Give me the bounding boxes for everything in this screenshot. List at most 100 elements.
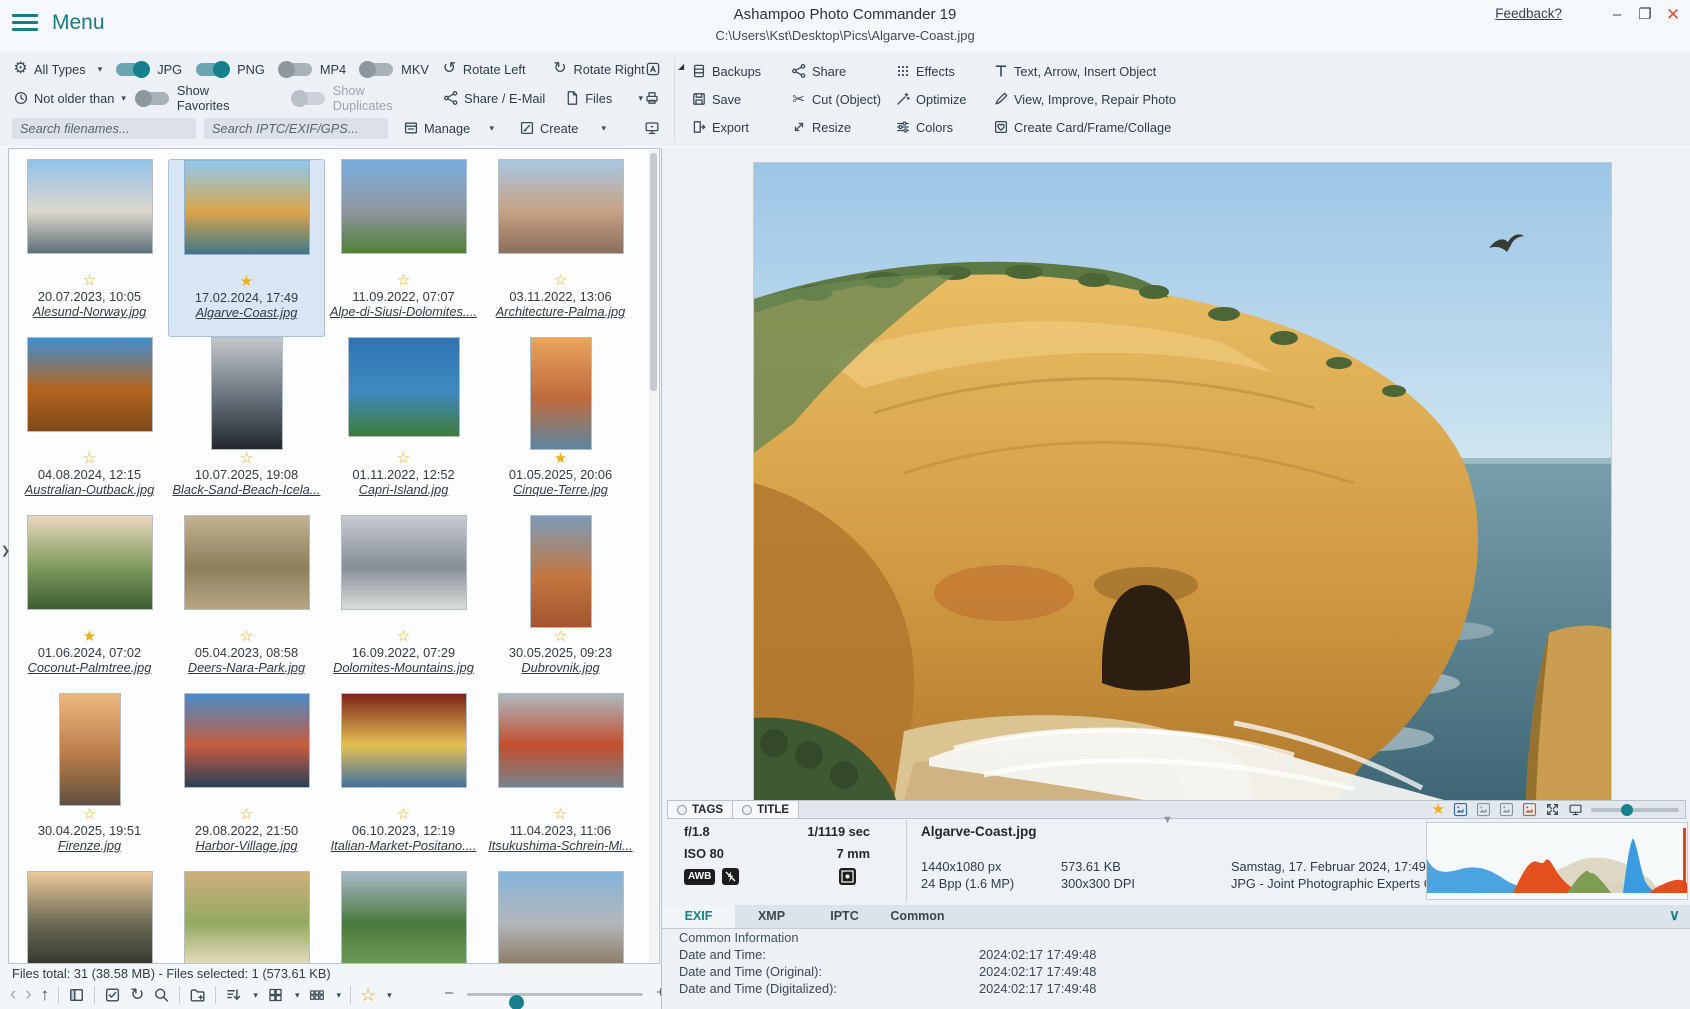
thumbnail-filename[interactable]: Dolomites-Mountains.jpg [333,660,474,676]
thumbnail-image[interactable] [184,871,310,964]
text-action-button[interactable]: Text, Arrow, Insert Object [992,63,1192,80]
thumbnail-cell[interactable]: ★17.02.2024, 17:49Algarve-Coast.jpg [168,159,325,337]
thumbnail-image[interactable] [184,160,310,255]
thumbnail-image[interactable] [184,515,310,610]
feedback-link[interactable]: Feedback? [1495,6,1562,21]
share-email-button[interactable]: Share / E-Mail [442,90,545,107]
thumbnail-image[interactable] [211,337,283,450]
repair-action-button[interactable]: View, Improve, Repair Photo [992,91,1192,108]
rotate-right-button[interactable]: ↻ Rotate Right [552,61,645,78]
fit-expand-icon[interactable] [1545,802,1560,817]
tab-title[interactable]: TITLE [733,800,799,819]
thumbnail-filename[interactable]: Cinque-Terre.jpg [513,482,608,498]
metadata-tab-common[interactable]: Common [881,905,954,928]
card-action-button[interactable]: Create Card/Frame/Collage [992,119,1192,136]
thumbnail-image[interactable] [498,871,624,964]
thumbnail-cell[interactable]: ☆20.07.2023, 10:05Alesund-Norway.jpg [11,159,168,337]
preview-zoom-slider[interactable] [1591,808,1679,812]
favorite-star-icon[interactable]: ☆ [240,628,253,645]
effects-action-button[interactable]: Effects [894,63,988,80]
back-button[interactable]: ‹ [10,985,16,1005]
thumbnail-filename[interactable]: Firenze.jpg [58,838,121,854]
slideshow-dropdown[interactable] [643,120,660,137]
files-dropdown[interactable]: Files ▾ [563,90,643,107]
thumbnail-cell[interactable]: ☆29.08.2022, 21:50Harbor-Village.jpg [168,693,325,871]
sidebar-toggle-icon[interactable] [68,987,85,1004]
thumbnail-cell[interactable]: ☆ [482,871,639,964]
browser-scrollbar[interactable] [649,150,658,962]
thumbnail-image[interactable] [27,871,153,964]
thumbnail-filename[interactable]: Coconut-Palmtree.jpg [28,660,152,676]
thumbnail-cell[interactable]: ☆ [325,871,482,964]
rotate-left-button[interactable]: ↺ Rotate Left [441,61,526,78]
thumbnail-image[interactable] [530,515,592,628]
manage-dropdown[interactable]: Manage ▾ [402,120,494,137]
search-filenames-input[interactable] [12,118,196,139]
cut-action-button[interactable]: ✂Cut (Object) [790,91,890,108]
favorite-star-icon[interactable]: ☆ [240,806,253,823]
metadata-tab-exif[interactable]: EXIF [662,905,735,928]
favorite-star-icon[interactable]: ☆ [240,450,253,467]
thumbnail-filename[interactable]: Architecture-Palma.jpg [496,304,625,320]
favorites-filter-icon[interactable]: ☆ [360,985,376,1006]
photo-size-blue-icon[interactable] [1453,802,1468,817]
thumbnail-image[interactable] [498,693,624,788]
toggle-jpg[interactable] [116,63,149,76]
thumbnail-filename[interactable]: Alpe-di-Siusi-Dolomites.... [330,304,477,320]
show-duplicates-toggle[interactable] [292,92,325,105]
favorite-star-icon[interactable]: ☆ [397,272,410,289]
thumbnail-image[interactable] [530,337,592,450]
thumbnail-cell[interactable]: ☆30.04.2025, 19:51Firenze.jpg [11,693,168,871]
thumbnail-image[interactable] [27,337,153,432]
grid-small-icon[interactable] [308,987,325,1004]
grid-large-icon[interactable] [267,987,284,1004]
all-types-dropdown[interactable]: ⚙ All Types ▾ [12,61,102,78]
rotate-icon[interactable]: ↻ [130,985,144,1005]
thumbnail-image[interactable] [27,159,153,254]
thumbnail-image[interactable] [341,693,467,788]
thumbnail-cell[interactable]: ☆ [11,871,168,964]
thumbnail-image[interactable] [27,515,153,610]
thumbnail-filename[interactable]: Italian-Market-Positano.... [331,838,477,854]
maximize-button[interactable]: ❐ [1634,4,1656,26]
thumbnail-cell[interactable]: ☆16.09.2022, 07:29Dolomites-Mountains.jp… [325,515,482,693]
up-button[interactable]: ↑ [41,985,50,1005]
favorite-star-icon[interactable]: ☆ [83,806,96,823]
not-older-than-dropdown[interactable]: Not older than ▾ [12,90,126,107]
thumbnail-image[interactable] [348,337,460,437]
thumbnail-filename[interactable]: Alesund-Norway.jpg [33,304,147,320]
metadata-tab-xmp[interactable]: XMP [735,905,808,928]
thumbnail-filename[interactable]: Capri-Island.jpg [359,482,449,498]
favorite-star-icon[interactable]: ☆ [554,628,567,645]
save-action-button[interactable]: Save [690,91,786,108]
create-dropdown[interactable]: Create ▾ [518,120,606,137]
photo-size-orange-icon[interactable] [1522,802,1537,817]
select-checkbox-icon[interactable] [104,987,121,1004]
minimize-button[interactable]: – [1606,4,1628,26]
tab-tags[interactable]: TAGS [667,800,733,819]
magnifier-icon[interactable] [153,987,170,1004]
thumbnail-image[interactable] [59,693,121,806]
thumbnail-filename[interactable]: Harbor-Village.jpg [196,838,298,854]
thumbnail-cell[interactable]: ☆ [168,871,325,964]
pdf-export-button[interactable] [645,61,662,78]
add-folder-icon[interactable] [189,987,206,1004]
collapse-info-arrow[interactable]: ▼ [1162,814,1173,826]
thumbnail-cell[interactable]: ☆04.08.2024, 12:15Australian-Outback.jpg [11,337,168,515]
metadata-tab-iptc[interactable]: IPTC [808,905,881,928]
thumbnail-image[interactable] [341,159,467,254]
favorite-star-icon[interactable]: ☆ [397,806,410,823]
thumbnail-filename[interactable]: Algarve-Coast.jpg [196,305,298,321]
favorite-star-icon[interactable]: ★ [1432,802,1445,817]
zoom-out-button[interactable]: – [445,984,453,1001]
photo-size-gray-icon[interactable] [1476,802,1491,817]
thumbnail-filename[interactable]: Australian-Outback.jpg [25,482,154,498]
thumbnail-filename[interactable]: Deers-Nara-Park.jpg [188,660,305,676]
preview-zoom-knob[interactable] [1621,804,1633,816]
show-favorites-toggle[interactable] [136,92,169,105]
colors-action-button[interactable]: Colors [894,119,988,136]
favorite-star-icon[interactable]: ☆ [83,272,96,289]
favorite-star-icon[interactable]: ☆ [554,272,567,289]
favorite-star-icon[interactable]: ★ [554,450,567,467]
thumbnail-image[interactable] [341,515,467,610]
